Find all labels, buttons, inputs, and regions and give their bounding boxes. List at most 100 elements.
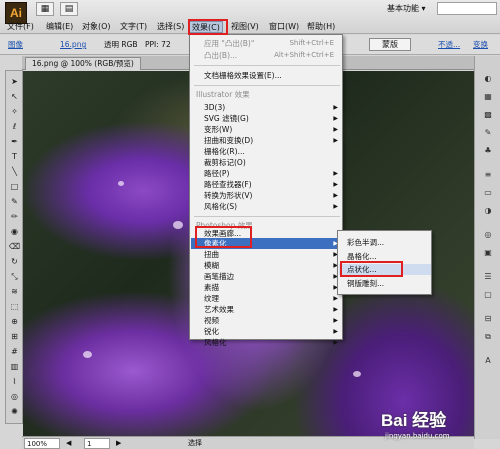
bridge-icon[interactable]: ▦ xyxy=(36,2,54,16)
linked-file-link[interactable]: 16.png xyxy=(60,39,86,50)
effect-menu-dropdown: 应用 "凸出(B)" Shift+Ctrl+E 凸出(B)... Alt+Shi… xyxy=(189,34,343,347)
paintbrush-tool-icon[interactable]: ✎ xyxy=(7,195,22,209)
effect-warp-item[interactable]: 变形(W) xyxy=(204,124,232,135)
appearance-icon[interactable]: ◎ xyxy=(481,228,495,241)
eyedropper-tool-icon[interactable]: ⌇ xyxy=(7,375,22,389)
effect-texture-item[interactable]: 纹理 xyxy=(204,293,219,304)
menu-file[interactable]: 文件(F) xyxy=(5,21,36,33)
menu-edit[interactable]: 编辑(E) xyxy=(44,21,75,33)
lasso-tool-icon[interactable]: ℓ xyxy=(7,120,22,134)
last-effect-shortcut: Alt+Shift+Ctrl+E xyxy=(274,51,334,59)
workspace-switcher[interactable]: 基本功能 ▾ xyxy=(387,3,426,14)
app-menu-bar: Ai ▦ ▤ 基本功能 ▾ 文件(F) 编辑(E) 对象(O) 文字(T) 选择… xyxy=(0,0,500,34)
selection-tool-icon[interactable]: ➤ xyxy=(7,75,22,89)
artboard-number[interactable]: 1 xyxy=(84,438,110,449)
ppi-value: PPI: 72 xyxy=(145,40,171,49)
highlight-box xyxy=(188,19,228,35)
graphic-styles-icon[interactable]: ▣ xyxy=(481,246,495,259)
direct-selection-tool-icon[interactable]: ↖ xyxy=(7,90,22,104)
opacity-link[interactable]: 不透... xyxy=(438,39,460,50)
mesh-tool-icon[interactable]: # xyxy=(7,345,22,359)
effect-artistic-item[interactable]: 艺术效果 xyxy=(204,304,234,315)
photo-detail xyxy=(353,371,361,377)
effect-3d-item[interactable]: 3D(3) xyxy=(204,102,225,113)
first-artboard-icon[interactable]: ◀ xyxy=(66,438,71,449)
free-transform-tool-icon[interactable]: ⬚ xyxy=(7,300,22,314)
rotate-tool-icon[interactable]: ↻ xyxy=(7,255,22,269)
eraser-tool-icon[interactable]: ⌫ xyxy=(7,240,22,254)
type-tool-icon[interactable]: T xyxy=(7,150,22,164)
effect-ps-stylize-item[interactable]: 风格化 xyxy=(204,337,227,348)
magic-wand-tool-icon[interactable]: ✧ xyxy=(7,105,22,119)
symbols-icon[interactable]: ♣ xyxy=(481,144,495,157)
pen-tool-icon[interactable]: ✒ xyxy=(7,135,22,149)
stroke-icon[interactable]: ≡ xyxy=(481,168,495,181)
effect-crop-marks-item[interactable]: 裁剪标记(O) xyxy=(204,157,246,168)
document-tab[interactable]: 16.png @ 100% (RGB/预览) xyxy=(25,57,141,70)
swatches-icon[interactable]: ▩ xyxy=(481,108,495,121)
apply-last-effect-item[interactable]: 应用 "凸出(B)" xyxy=(204,38,254,49)
scale-tool-icon[interactable]: ⤡ xyxy=(7,270,22,284)
image-label[interactable]: 图像 xyxy=(8,39,23,50)
effect-stylize-item[interactable]: 风格化(S) xyxy=(204,201,237,212)
effect-distort-item[interactable]: 扭曲 xyxy=(204,249,219,260)
effect-distort-transform-item[interactable]: 扭曲和变换(D) xyxy=(204,135,253,146)
gradient-icon[interactable]: ▭ xyxy=(481,186,495,199)
menu-select[interactable]: 选择(S) xyxy=(155,21,186,33)
arrange-documents-icon[interactable]: ▤ xyxy=(60,2,78,16)
artboards-icon[interactable]: ▢ xyxy=(481,288,495,301)
effect-svg-filters-item[interactable]: SVG 滤镜(G) xyxy=(204,113,249,124)
rectangle-tool-icon[interactable]: □ xyxy=(7,180,22,194)
line-tool-icon[interactable]: ╲ xyxy=(7,165,22,179)
effect-video-item[interactable]: 视频 xyxy=(204,315,219,326)
photo-detail xyxy=(173,221,183,229)
pencil-tool-icon[interactable]: ✏ xyxy=(7,210,22,224)
menu-separator xyxy=(194,85,340,86)
mezzotint-item[interactable]: 铜版雕刻... xyxy=(347,278,384,289)
pathfinder-icon[interactable]: ⧉ xyxy=(481,330,495,343)
submenu-arrow-icon: ▶ xyxy=(333,317,338,324)
layers-icon[interactable]: ☰ xyxy=(481,270,495,283)
submenu-arrow-icon: ▶ xyxy=(333,181,338,188)
menu-window[interactable]: 窗口(W) xyxy=(267,21,301,33)
last-effect-item[interactable]: 凸出(B)... xyxy=(204,50,237,61)
blend-tool-icon[interactable]: ◎ xyxy=(7,390,22,404)
last-artboard-icon[interactable]: ▶ xyxy=(116,438,121,449)
brushes-icon[interactable]: ✎ xyxy=(481,126,495,139)
shape-builder-tool-icon[interactable]: ⊕ xyxy=(7,315,22,329)
symbol-sprayer-tool-icon[interactable]: ✺ xyxy=(7,405,22,419)
perspective-grid-tool-icon[interactable]: ⊞ xyxy=(7,330,22,344)
document-raster-settings-item[interactable]: 文档栅格效果设置(E)... xyxy=(204,70,282,81)
menu-type[interactable]: 文字(T) xyxy=(118,21,149,33)
color-panel-icon[interactable]: ◐ xyxy=(481,72,495,85)
effect-sharpen-item[interactable]: 锐化 xyxy=(204,326,219,337)
submenu-arrow-icon: ▶ xyxy=(333,126,338,133)
effect-convert-to-shape-item[interactable]: 转换为形状(V) xyxy=(204,190,252,201)
effect-blur-item[interactable]: 模糊 xyxy=(204,260,219,271)
tools-panel: ➤ ↖ ✧ ℓ ✒ T ╲ □ ✎ ✏ ◉ ⌫ ↻ ⤡ ≋ ⬚ ⊕ ⊞ # ▥ … xyxy=(5,70,23,424)
mask-button[interactable]: 蒙版 xyxy=(369,38,411,51)
color-guide-icon[interactable]: ▦ xyxy=(481,90,495,103)
menu-view[interactable]: 视图(V) xyxy=(229,21,261,33)
submenu-arrow-icon: ▶ xyxy=(333,306,338,313)
warp-tool-icon[interactable]: ≋ xyxy=(7,285,22,299)
submenu-arrow-icon: ▶ xyxy=(333,170,338,177)
menu-object[interactable]: 对象(O) xyxy=(80,21,113,33)
effect-pathfinder-item[interactable]: 路径查找器(F) xyxy=(204,179,252,190)
zoom-select[interactable]: 100% xyxy=(24,438,60,449)
submenu-arrow-icon: ▶ xyxy=(333,339,338,346)
effect-rasterize-item[interactable]: 栅格化(R)... xyxy=(204,146,245,157)
menu-help[interactable]: 帮助(H) xyxy=(305,21,337,33)
search-input[interactable] xyxy=(437,2,497,15)
transparency-icon[interactable]: ◑ xyxy=(481,204,495,217)
color-halftone-item[interactable]: 彩色半调... xyxy=(347,237,384,248)
submenu-arrow-icon: ▶ xyxy=(333,328,338,335)
align-icon[interactable]: ⊟ xyxy=(481,312,495,325)
effect-path-item[interactable]: 路径(P) xyxy=(204,168,229,179)
blob-brush-tool-icon[interactable]: ◉ xyxy=(7,225,22,239)
character-icon[interactable]: A xyxy=(481,354,495,367)
transform-link[interactable]: 变换 xyxy=(473,39,488,50)
effect-brush-strokes-item[interactable]: 画笔描边 xyxy=(204,271,234,282)
effect-sketch-item[interactable]: 素描 xyxy=(204,282,219,293)
gradient-tool-icon[interactable]: ▥ xyxy=(7,360,22,374)
